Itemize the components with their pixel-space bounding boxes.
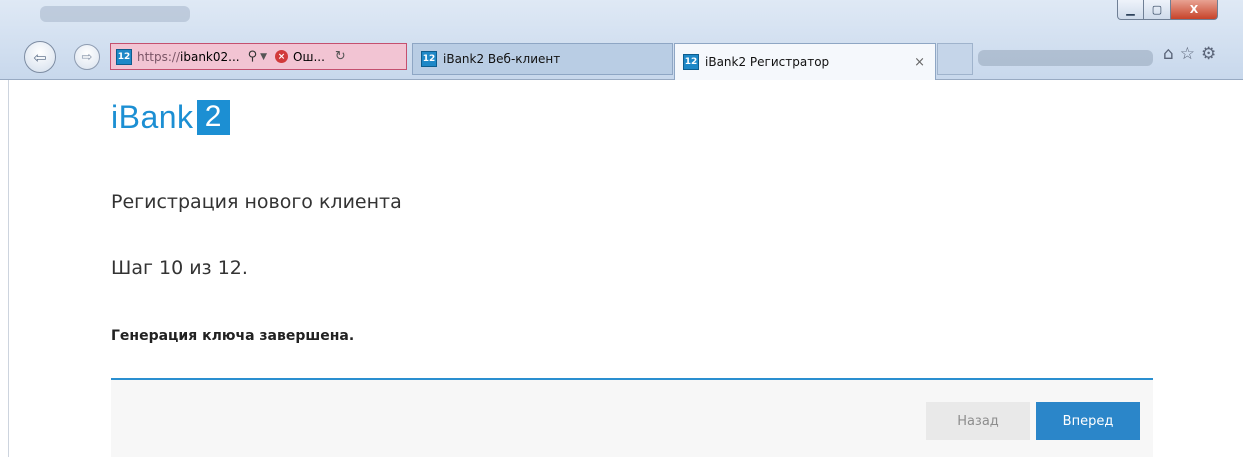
forward-arrow-icon[interactable]: ⇨	[74, 44, 100, 70]
address-scheme: https://	[137, 49, 181, 64]
certificate-error-icon[interactable]: ×	[275, 50, 289, 63]
address-host: ibank02...	[180, 49, 240, 64]
tab-label: iBank2 Регистратор	[705, 55, 830, 69]
close-window-button[interactable]: X	[1171, 0, 1218, 20]
browser-toolbar: ⌂ ☆ ⚙	[1163, 44, 1216, 64]
tab-web-client[interactable]: 12 iBank2 Веб-клиент	[412, 43, 673, 75]
window-title-blurred	[40, 6, 190, 22]
home-icon[interactable]: ⌂	[1163, 44, 1174, 64]
tab-registrator[interactable]: 12 iBank2 Регистратор ×	[674, 43, 936, 80]
maximize-button[interactable]: ▢	[1144, 0, 1171, 20]
tab-label: iBank2 Веб-клиент	[443, 52, 561, 66]
back-button[interactable]: Назад	[926, 402, 1030, 440]
tab-close-icon[interactable]: ×	[914, 55, 925, 70]
back-arrow-icon[interactable]: ⇦	[24, 41, 56, 73]
search-icon[interactable]: ⚲	[248, 49, 258, 64]
gear-icon[interactable]: ⚙	[1201, 44, 1216, 64]
logo-text: iBank	[111, 98, 194, 135]
site-favicon-icon: 12	[116, 48, 132, 65]
page-left-edge	[0, 80, 9, 457]
logo-number: 2	[196, 99, 230, 135]
tab-favicon-icon: 12	[683, 54, 699, 70]
refresh-icon[interactable]: ↻	[335, 49, 346, 64]
minimize-button[interactable]: ▁	[1117, 0, 1144, 20]
status-message: Генерация ключа завершена.	[111, 328, 355, 344]
page-title: Регистрация нового клиента	[111, 191, 402, 213]
star-icon[interactable]: ☆	[1180, 44, 1195, 64]
next-button[interactable]: Вперед	[1036, 402, 1140, 440]
chevron-down-icon[interactable]: ▼	[260, 52, 267, 62]
browser-chrome: ▁ ▢ X ⇦ ⇨ 12 https:// ibank02... ⚲ ▼ × О…	[0, 0, 1243, 80]
window-controls: ▁ ▢ X	[1117, 0, 1218, 21]
tab-favicon-icon: 12	[421, 51, 437, 67]
certificate-error-text[interactable]: Ош...	[293, 50, 325, 64]
ibank2-logo: iBank 2	[111, 96, 230, 138]
user-name-blurred	[978, 50, 1153, 66]
address-bar[interactable]: 12 https:// ibank02... ⚲ ▼ × Ош... ↻	[110, 43, 407, 70]
new-tab-button[interactable]	[937, 43, 973, 75]
step-indicator: Шаг 10 из 12.	[111, 257, 248, 279]
